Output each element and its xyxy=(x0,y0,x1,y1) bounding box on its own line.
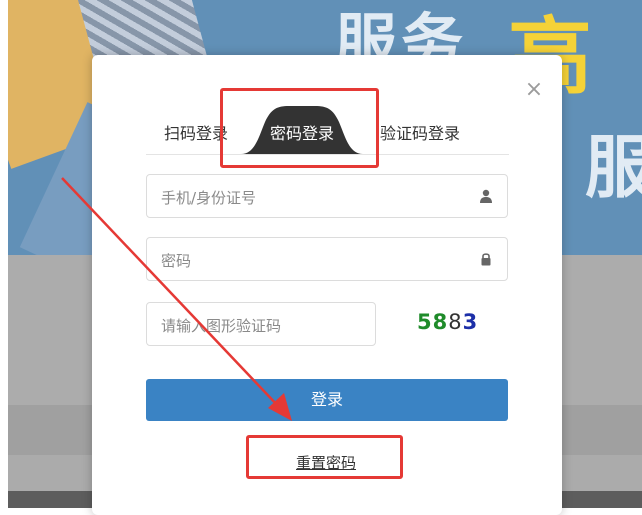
password-placeholder: 密码 xyxy=(161,252,192,270)
captcha-char: 3 xyxy=(462,310,479,334)
captcha-char: 8 xyxy=(448,310,463,334)
captcha-input[interactable]: 请输入图形验证码 xyxy=(146,302,376,346)
captcha-char: 5 xyxy=(417,310,433,334)
phone-id-input[interactable]: 手机/身份证号 xyxy=(146,174,508,218)
close-icon[interactable]: × xyxy=(524,79,544,101)
user-icon xyxy=(480,189,492,203)
phone-id-placeholder: 手机/身份证号 xyxy=(161,189,257,207)
lock-icon xyxy=(481,253,491,266)
annotation-highlight-reset xyxy=(246,435,403,479)
page-margin xyxy=(0,0,8,508)
login-button[interactable]: 登录 xyxy=(146,379,508,421)
annotation-highlight-tab xyxy=(220,88,379,168)
tab-sms-login[interactable]: 验证码登录 xyxy=(380,120,460,144)
captcha-placeholder: 请输入图形验证码 xyxy=(161,317,282,335)
password-input[interactable]: 密码 xyxy=(146,237,508,281)
tab-qr-login[interactable]: 扫码登录 xyxy=(164,120,228,144)
captcha-char: 8 xyxy=(432,310,449,334)
captcha-image[interactable]: 5883 xyxy=(417,310,478,334)
